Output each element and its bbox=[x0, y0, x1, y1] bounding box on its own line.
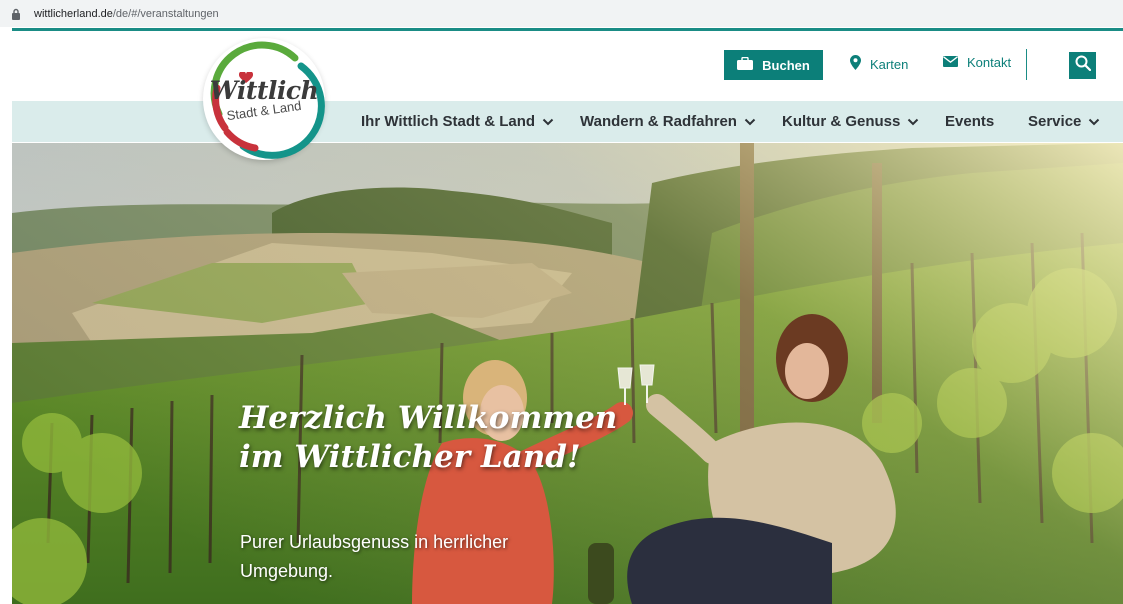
chevron-down-icon bbox=[908, 118, 919, 125]
search-icon bbox=[1075, 55, 1091, 76]
buchen-label: Buchen bbox=[762, 57, 810, 73]
nav-item-label: Events bbox=[945, 113, 995, 130]
nav-item-label: Service bbox=[1028, 113, 1082, 130]
utility-divider bbox=[1026, 49, 1027, 80]
karten-label: Karten bbox=[870, 56, 909, 72]
utility-bar: Buchen Karten Kontakt bbox=[12, 31, 1123, 101]
url-domain: wittlicherland.de bbox=[34, 7, 113, 20]
hero-image bbox=[12, 143, 1123, 604]
hero-title: Herzlich Willkommen im Wittlicher Land! bbox=[239, 400, 618, 475]
briefcase-icon bbox=[737, 56, 754, 73]
nav-item-label: Wandern & Radfahren bbox=[580, 113, 737, 130]
nav-item-wandern-radfahren[interactable]: Wandern & Radfahren bbox=[580, 101, 756, 142]
search-button[interactable] bbox=[1069, 52, 1096, 79]
hero-banner: Herzlich Willkommen im Wittlicher Land! … bbox=[12, 143, 1123, 604]
nav-item-kultur-genuss[interactable]: Kultur & Genuss bbox=[782, 101, 919, 142]
chevron-down-icon bbox=[542, 118, 554, 125]
nav-item-service[interactable]: Service bbox=[1028, 101, 1100, 142]
karten-link[interactable]: Karten bbox=[850, 55, 908, 73]
chevron-down-icon bbox=[1089, 118, 1100, 125]
kontakt-link[interactable]: Kontakt bbox=[943, 55, 1011, 70]
lock-icon bbox=[8, 6, 24, 22]
hero-subtitle: Purer Urlaubsgenuss in herrlicher Umgebu… bbox=[240, 532, 509, 581]
address-url[interactable]: wittlicherland.de/de/#/veranstaltungen bbox=[34, 8, 219, 20]
nav-item-events[interactable]: Events bbox=[945, 101, 994, 142]
browser-address-bar[interactable]: wittlicherland.de/de/#/veranstaltungen bbox=[0, 0, 1123, 27]
chevron-down-icon bbox=[744, 118, 756, 125]
kontakt-label: Kontakt bbox=[967, 55, 1012, 70]
nav-item-label: Kultur & Genuss bbox=[782, 113, 901, 130]
map-pin-icon bbox=[850, 55, 861, 73]
url-path: /de/#/veranstaltungen bbox=[112, 7, 219, 20]
nav-item-label: Ihr Wittlich Stadt & Land bbox=[361, 113, 536, 130]
envelope-icon bbox=[943, 55, 958, 70]
main-navigation: Ihr Wittlich Stadt & Land Wandern & Radf… bbox=[12, 101, 1123, 142]
site-logo[interactable]: Wittlich Stadt & Land bbox=[203, 38, 325, 160]
buchen-button[interactable]: Buchen bbox=[724, 50, 823, 80]
nav-item-ihr-wittlich[interactable]: Ihr Wittlich Stadt & Land bbox=[361, 101, 554, 142]
